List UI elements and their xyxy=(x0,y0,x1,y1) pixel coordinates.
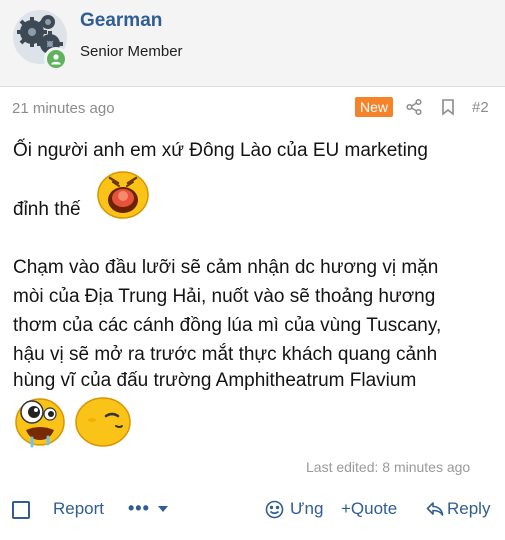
user-header: Gearman Senior Member xyxy=(0,0,505,87)
post-timestamp[interactable]: 21 minutes ago xyxy=(12,100,115,117)
user-title: Senior Member xyxy=(80,43,183,60)
post-actions: Report ••• Ưng +Quote Reply xyxy=(0,494,505,526)
more-options-label: ••• xyxy=(128,498,150,518)
post-line-7: hùng vĩ của đấu trường Amphitheatrum Fla… xyxy=(13,370,417,391)
chevron-down-icon xyxy=(157,506,168,513)
post-line-1: Ối người anh em xứ Đông Lào của EU marke… xyxy=(13,140,428,161)
shouting-smiley-icon xyxy=(96,169,150,224)
post-line-2: đỉnh thế xyxy=(13,199,81,220)
react-button[interactable]: Ưng xyxy=(290,499,323,519)
online-user-icon xyxy=(44,47,68,71)
reply-icon[interactable] xyxy=(426,500,444,523)
select-post-checkbox[interactable] xyxy=(12,501,30,519)
post-number-link[interactable]: #2 xyxy=(472,99,489,116)
share-icon[interactable] xyxy=(405,98,423,116)
react-icon[interactable] xyxy=(265,500,284,524)
username-link[interactable]: Gearman xyxy=(80,10,162,32)
post-line-5: thơm của các cánh đồng lúa mì của vùng T… xyxy=(13,315,442,336)
post-line-4: mòi của Địa Trung Hải, nuốt vào sẽ thoản… xyxy=(13,286,436,307)
post-meta: 21 minutes ago New #2 xyxy=(0,96,505,122)
more-options-button[interactable]: ••• xyxy=(128,498,168,519)
last-edited-text: Last edited: 8 minutes ago xyxy=(306,459,471,475)
bookmark-icon[interactable] xyxy=(440,98,456,116)
drooling-smiley-icon xyxy=(12,394,68,453)
new-badge: New xyxy=(355,97,394,117)
report-button[interactable]: Report xyxy=(53,499,104,519)
post-line-3: Chạm vào đầu lưỡi sẽ cảm nhận dc hương v… xyxy=(13,257,439,278)
quote-button[interactable]: +Quote xyxy=(341,499,397,519)
smirking-smiley-icon xyxy=(74,396,132,453)
post-line-6: hậu vị sẽ mở ra trước mắt thực khách qua… xyxy=(13,344,438,365)
reply-button[interactable]: Reply xyxy=(447,499,490,519)
